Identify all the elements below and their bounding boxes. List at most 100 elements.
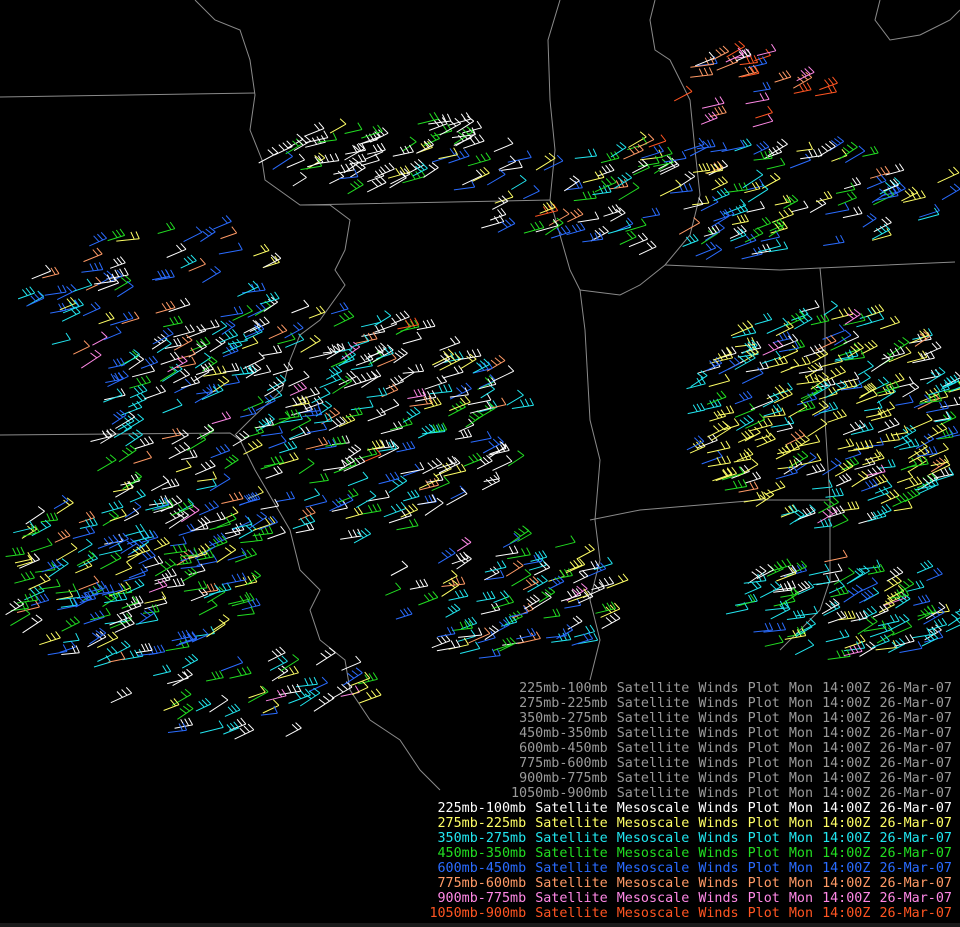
wind-barb	[319, 372, 342, 389]
wind-barb	[407, 388, 427, 399]
legend-day: Mon	[788, 801, 814, 816]
wind-barb	[97, 454, 117, 472]
legend-day: Mon	[788, 876, 814, 891]
legend-day: Mon	[788, 711, 814, 726]
wind-barb	[229, 666, 252, 679]
wind-barb	[126, 595, 144, 607]
wind-barb	[867, 464, 886, 476]
wind-barb	[195, 697, 212, 712]
wind-barb	[878, 352, 894, 367]
wind-barb	[787, 626, 806, 638]
wind-barb	[162, 363, 183, 382]
wind-barb	[200, 226, 216, 243]
wind-barb	[842, 206, 863, 219]
wind-barb	[837, 438, 855, 450]
wind-barb	[891, 620, 913, 636]
wind-barb	[771, 207, 794, 223]
wind-barb	[869, 165, 890, 179]
wind-barb	[773, 582, 793, 593]
wind-barb	[509, 605, 529, 618]
wind-barb	[292, 172, 307, 187]
wind-barb	[209, 694, 229, 713]
wind-barb	[793, 82, 812, 94]
wind-barb	[712, 45, 730, 61]
wind-barb	[345, 143, 367, 155]
legend-type: Winds	[698, 711, 739, 726]
wind-barb	[455, 429, 473, 440]
boundary-line	[194, 0, 351, 436]
wind-barb	[253, 364, 272, 377]
wind-barb	[744, 227, 764, 243]
wind-barb	[122, 648, 144, 661]
legend-day: Mon	[788, 771, 814, 786]
legend-day: Mon	[788, 891, 814, 906]
wind-barb	[822, 457, 842, 476]
wind-barb	[22, 614, 43, 634]
wind-barb	[928, 382, 950, 396]
wind-barb	[222, 572, 247, 585]
wind-barb	[463, 134, 485, 149]
wind-barb	[535, 152, 556, 171]
wind-barb	[713, 187, 730, 202]
wind-barb	[528, 558, 547, 571]
wind-barb	[448, 112, 472, 126]
wind-barb	[347, 471, 369, 487]
legend-day: Mon	[788, 741, 814, 756]
legend-time: 14:00Z	[822, 696, 871, 711]
wind-barb	[400, 461, 425, 475]
wind-barb	[202, 266, 222, 284]
wind-barb	[824, 549, 848, 563]
wind-barb	[183, 226, 203, 243]
wind-barb	[603, 204, 622, 217]
wind-barb	[220, 656, 244, 672]
legend-day: Mon	[788, 861, 814, 876]
wind-barb	[511, 174, 527, 190]
legend-time: 14:00Z	[822, 681, 871, 696]
wind-barb	[727, 355, 745, 370]
wind-barb	[788, 400, 808, 418]
wind-barb	[98, 311, 115, 325]
legend-day: Mon	[788, 831, 814, 846]
wind-barb	[155, 300, 176, 314]
wind-barb	[315, 647, 336, 666]
legend-product: Satellite	[535, 816, 608, 831]
wind-barb	[703, 224, 721, 237]
wind-barb	[794, 639, 815, 656]
wind-barb	[809, 197, 827, 214]
legend-kind: Plot	[747, 726, 780, 741]
legend-kind: Plot	[747, 861, 780, 876]
wind-barb	[554, 568, 573, 580]
wind-barb	[81, 262, 104, 273]
wind-barb	[347, 179, 364, 195]
wind-barb	[523, 185, 540, 200]
legend-day: Mon	[788, 786, 814, 801]
wind-barb	[690, 67, 714, 78]
wind-barb	[160, 351, 180, 365]
wind-barb	[432, 148, 456, 163]
legend-date: 26-Mar-07	[879, 891, 952, 906]
wind-barb	[121, 311, 140, 325]
wind-barb	[627, 136, 648, 151]
wind-barb	[823, 300, 838, 316]
legend-product: Satellite	[535, 906, 608, 921]
wind-barb	[610, 142, 627, 158]
legend-scale: Mesoscale	[616, 816, 690, 831]
legend-scale: Mesoscale	[616, 846, 690, 861]
wind-barb	[237, 280, 259, 297]
wind-barb	[107, 228, 126, 242]
wind-barb	[266, 374, 287, 391]
wind-barb	[892, 493, 909, 507]
wind-barb	[92, 331, 108, 346]
wind-barb	[822, 324, 845, 340]
wind-barb	[523, 220, 545, 234]
wind-barb	[866, 174, 887, 190]
wind-barb	[144, 591, 167, 604]
wind-barb	[818, 401, 839, 414]
wind-barb	[813, 575, 831, 585]
wind-barb	[402, 406, 421, 423]
wind-barb	[163, 315, 183, 328]
wind-barb	[153, 664, 172, 677]
wind-barb	[597, 163, 615, 177]
wind-barb	[765, 480, 786, 495]
wind-barb	[232, 430, 250, 447]
